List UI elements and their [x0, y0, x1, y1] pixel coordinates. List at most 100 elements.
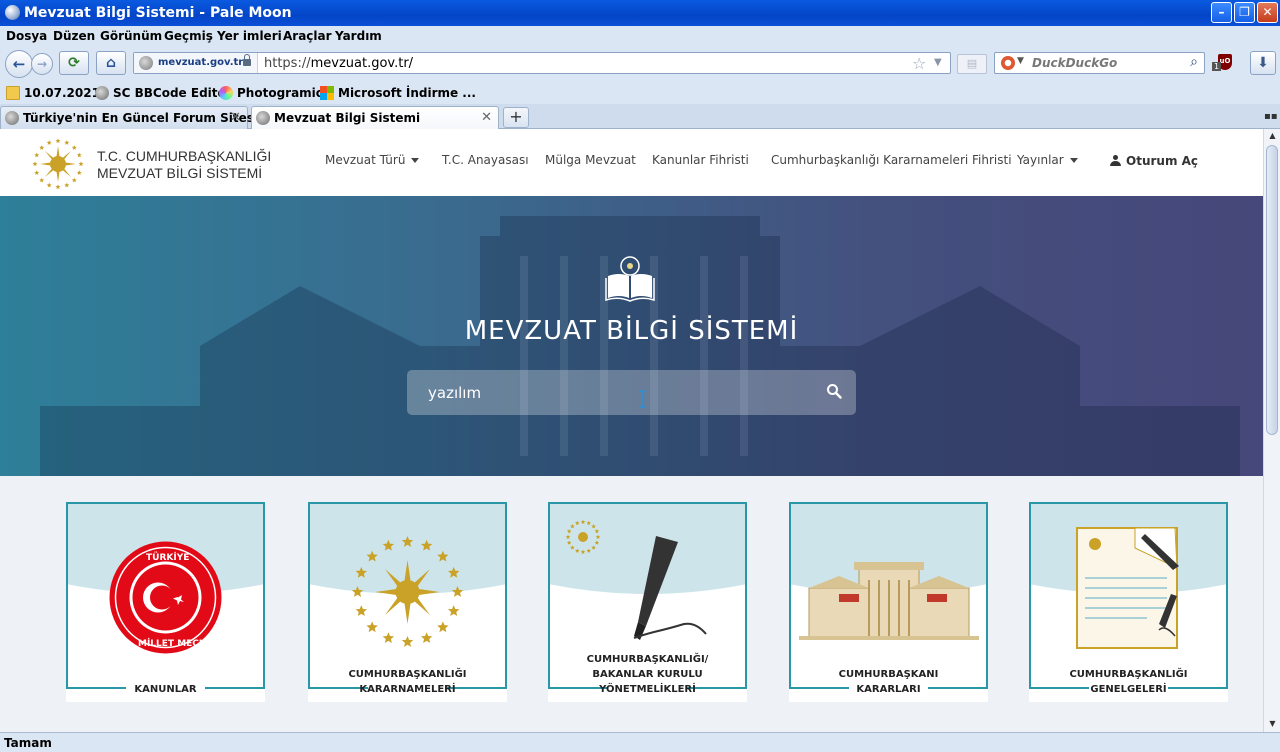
emblem-star — [355, 566, 368, 578]
card-label: CUMHURBAŞKANLIĞI — [348, 669, 467, 680]
svg-text:MİLLET MECLİSİ: MİLLET MECLİSİ — [138, 638, 218, 649]
bookmark-folder[interactable]: 10.07.2021 — [6, 86, 100, 100]
brand-line-1[interactable]: T.C. CUMHURBAŞKANLIĞI — [97, 148, 271, 164]
emblem-star — [39, 145, 45, 150]
tab-forum[interactable]: Türkiye'nin En Güncel Forum Sitesi ✕ — [0, 106, 258, 129]
emblem-star — [55, 138, 61, 144]
emblem-star — [451, 586, 464, 597]
emblem-star — [447, 566, 460, 578]
menu-tools[interactable]: Araçlar — [283, 29, 332, 43]
site-header: T.C. CUMHURBAŞKANLIĞI MEVZUAT BİLGİ SİST… — [0, 129, 1263, 196]
url-text[interactable]: https://mevzuat.gov.tr/ — [264, 56, 413, 71]
card-border — [505, 504, 507, 688]
nav-kararnameler-fihristi[interactable]: Cumhurbaşkanlığı Kararnameleri Fihristi — [771, 153, 1012, 167]
card-kararnameler[interactable]: CUMHURBAŞKANLIĞI KARARNAMELERİ — [308, 502, 507, 702]
new-tab-button[interactable]: + — [503, 107, 529, 128]
window-titlebar[interactable]: Mevzuat Bilgi Sistemi - Pale Moon – ❐ ✕ — [0, 0, 1280, 26]
card-kararlar[interactable]: CUMHURBAŞKANI KARARLARI — [789, 502, 988, 702]
menu-help[interactable]: Yardım — [335, 29, 382, 43]
card-label: YÖNETMELİKLERİ — [599, 684, 696, 695]
vertical-scrollbar[interactable]: ▲ ▼ — [1263, 129, 1280, 732]
globe-icon — [95, 86, 109, 100]
menu-history[interactable]: Geçmiş — [164, 29, 213, 43]
bookmark-star-icon[interactable]: ☆ — [912, 54, 926, 73]
search-bar[interactable]: ▼ DuckDuckGo ⌕ — [994, 52, 1205, 74]
login-label: Oturum Aç — [1126, 154, 1199, 168]
forward-button[interactable]: → — [31, 53, 53, 75]
nav-mevzuat-turu[interactable]: Mevzuat Türü — [325, 153, 420, 167]
emblem-star — [570, 523, 575, 529]
emblem-star — [565, 534, 571, 539]
scroll-up-icon[interactable]: ▲ — [1266, 129, 1279, 143]
engine-dropdown-icon[interactable]: ▼ — [1017, 56, 1024, 66]
emblem-star — [46, 140, 52, 145]
reload-button[interactable]: ⟳ — [59, 51, 89, 75]
emblem-star — [594, 540, 600, 545]
menu-file[interactable]: Dosya — [6, 29, 47, 43]
card-yonetmelikler[interactable]: CUMHURBAŞKANLIĞI/ BAKANLAR KURULU YÖNETM… — [548, 502, 747, 702]
nav-label: Mevzuat Türü — [325, 153, 406, 167]
tab-label: Mevzuat Bilgi Sistemi — [274, 111, 421, 125]
close-button[interactable]: ✕ — [1257, 2, 1278, 23]
bookmark-item[interactable]: Microsoft İndirme ... — [320, 86, 476, 100]
tab-mevzuat[interactable]: Mevzuat Bilgi Sistemi ✕ — [251, 106, 499, 130]
url-scheme: https:// — [264, 56, 311, 71]
menu-bookmarks[interactable]: Yer imleri — [217, 29, 282, 43]
nav-yayinlar[interactable]: Yayınlar — [1017, 153, 1078, 167]
card-label: KARARNAMELERİ — [359, 684, 456, 695]
emblem-star — [574, 520, 580, 526]
scrollbar-thumb[interactable] — [1266, 145, 1278, 435]
card-label: KARARLARI — [856, 684, 921, 695]
emblem-star — [351, 586, 364, 597]
tab-close-icon[interactable]: ✕ — [230, 110, 241, 125]
status-text: Tamam — [4, 736, 52, 750]
url-history-dropdown-icon[interactable]: ▼ — [934, 57, 942, 68]
maximize-button[interactable]: ❐ — [1234, 2, 1255, 23]
downloads-button[interactable]: ⬇ — [1250, 51, 1276, 75]
card-border — [66, 504, 68, 688]
emblem-star — [382, 539, 395, 551]
back-button[interactable]: ← — [5, 50, 33, 78]
presidential-seal-icon[interactable] — [31, 137, 85, 191]
microsoft-icon — [320, 86, 334, 100]
duckduckgo-icon[interactable] — [1001, 56, 1015, 70]
emblem-star — [420, 632, 433, 644]
brand-line-2[interactable]: MEVZUAT BİLGİ SİSTEMİ — [97, 165, 262, 181]
globe-icon — [5, 111, 19, 125]
ublock-button[interactable]: uO 1 — [1212, 54, 1234, 74]
caret-down-icon — [411, 158, 420, 163]
minimize-button[interactable]: – — [1211, 2, 1232, 23]
site-identity-host: mevzuat.gov.tr — [158, 57, 244, 68]
reader-view-button[interactable]: ▤ — [957, 54, 987, 74]
search-icon[interactable] — [826, 383, 842, 399]
search-icon[interactable]: ⌕ — [1190, 54, 1198, 70]
scroll-down-icon[interactable]: ▼ — [1266, 717, 1279, 731]
nav-anayasa[interactable]: T.C. Anayasası — [442, 153, 529, 167]
tab-list-icon[interactable]: ▪▪ — [1264, 111, 1278, 122]
card-border — [1226, 504, 1228, 688]
site-identity-button[interactable]: mevzuat.gov.tr — [134, 53, 258, 73]
tab-close-icon[interactable]: ✕ — [481, 110, 492, 125]
card-border — [789, 504, 791, 688]
emblem-star — [32, 161, 38, 167]
emblem-star — [55, 184, 61, 190]
legislation-search-box[interactable] — [407, 370, 856, 415]
tab-label: Türkiye'nin En Güncel Forum Sitesi — [23, 111, 258, 125]
nav-mulga-mevzuat[interactable]: Mülga Mevzuat — [545, 153, 636, 167]
caret-down-icon — [1069, 158, 1078, 163]
card-genelgeler[interactable]: CUMHURBAŞKANLIĞI GENELGELERİ — [1029, 502, 1228, 702]
bookmark-item[interactable]: Photogramio — [219, 86, 324, 100]
login-link[interactable]: Oturum Aç — [1110, 154, 1198, 168]
bookmark-item[interactable]: SC BBCode Editor — [95, 86, 232, 100]
menu-edit[interactable]: Düzen — [53, 29, 95, 43]
menu-view[interactable]: Görünüm — [100, 29, 162, 43]
card-border — [308, 504, 310, 688]
window-title: Mevzuat Bilgi Sistemi - Pale Moon — [24, 5, 292, 21]
svg-text:TÜRKİYE: TÜRKİYE — [146, 552, 189, 563]
legislation-search-input[interactable] — [407, 370, 807, 415]
folder-icon — [6, 86, 20, 100]
home-button[interactable]: ⌂ — [96, 51, 126, 75]
nav-kanunlar-fihristi[interactable]: Kanunlar Fihristi — [652, 153, 749, 167]
url-bar[interactable]: mevzuat.gov.tr https://mevzuat.gov.tr/ ☆… — [133, 52, 951, 74]
card-kanunlar[interactable]: TÜRKİYE MİLLET MECLİSİ KANUNLAR — [66, 502, 265, 702]
